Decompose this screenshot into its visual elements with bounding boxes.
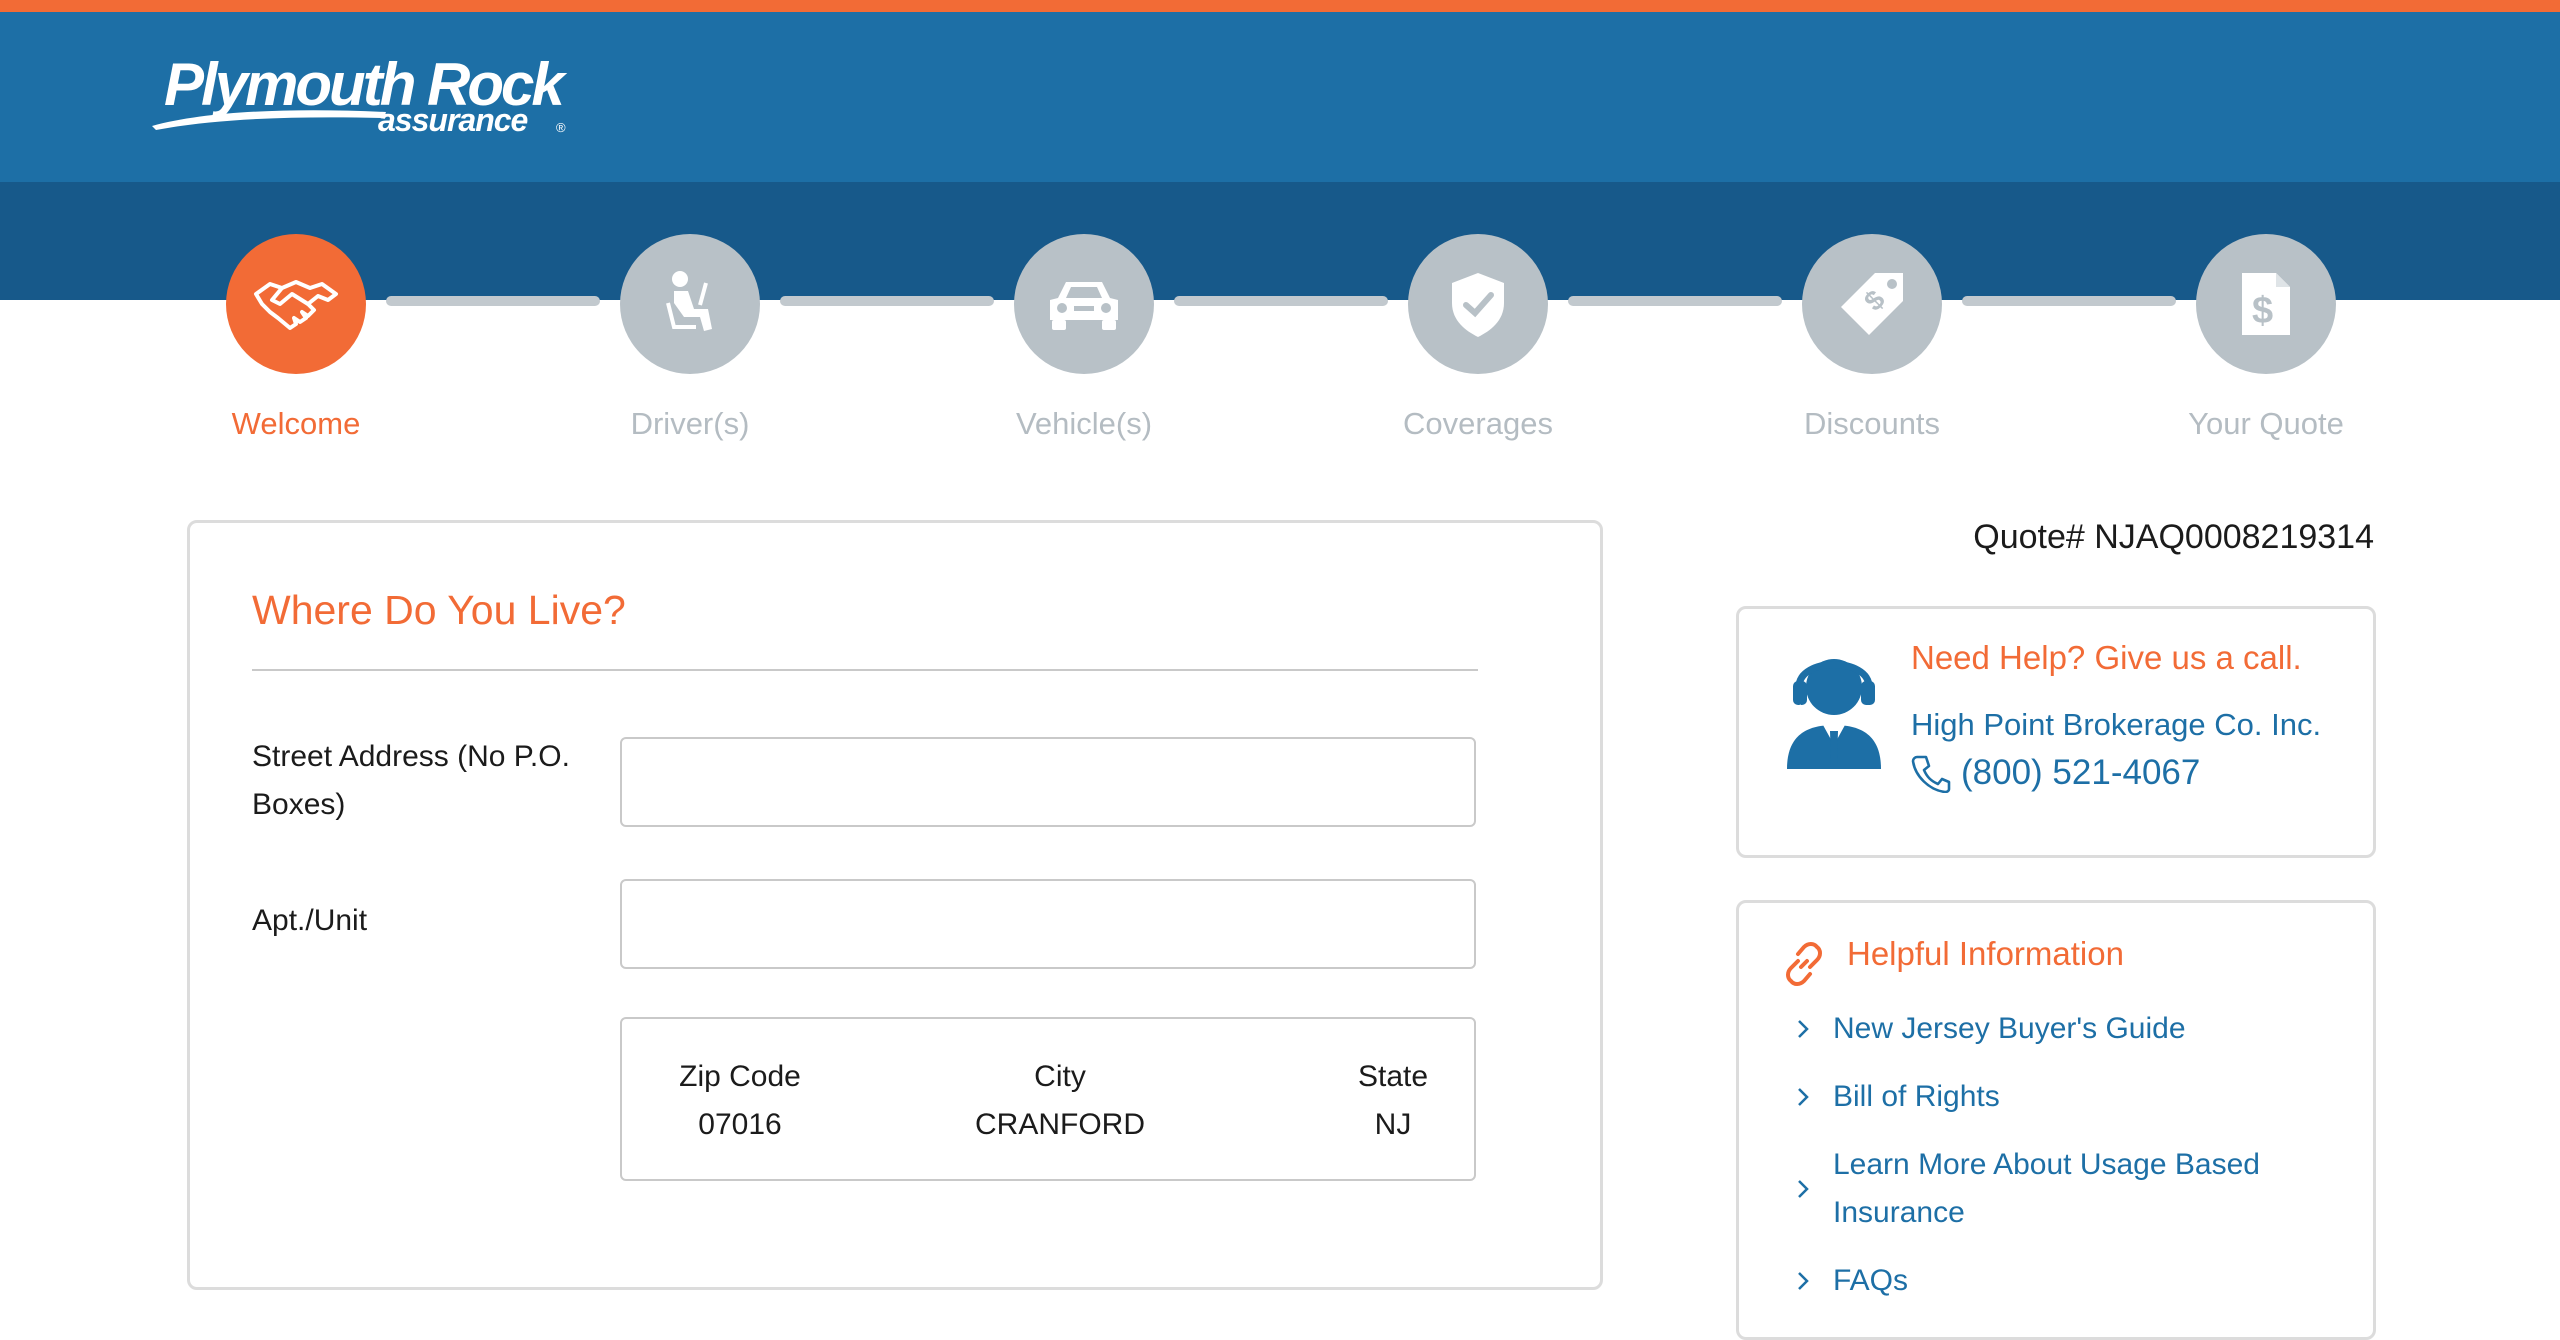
phone-row[interactable]: (800) 521-4067 [1911, 753, 2200, 793]
apt-unit-label: Apt./Unit [252, 904, 368, 937]
phone-icon [1911, 755, 1951, 793]
handshake-icon [254, 280, 338, 330]
link-faqs[interactable]: FAQs [1795, 1257, 1908, 1305]
price-tag-icon: $ [1841, 273, 1903, 335]
help-title: Need Help? Give us a call. [1911, 639, 2302, 676]
link-usage-based-insurance[interactable]: Learn More About Usage Based Insurance [1795, 1141, 2315, 1237]
step-label: Your Quote [2188, 406, 2344, 441]
step-connector [780, 296, 994, 306]
street-address-input[interactable] [620, 737, 1476, 827]
zip-code-column: Zip Code 07016 [670, 1053, 810, 1149]
address-form-card: Where Do You Live? Street Address (No P.… [187, 520, 1603, 1290]
step-circle: $ [2196, 234, 2336, 374]
step-label: Driver(s) [630, 406, 750, 441]
logo-registered-mark: ® [556, 120, 566, 135]
helpful-information-title: Helpful Information [1847, 935, 2124, 972]
location-summary: Zip Code 07016 City CRANFORD State NJ [620, 1017, 1476, 1181]
car-icon [1050, 282, 1118, 330]
step-connector [386, 296, 600, 306]
dollar-document-icon: $ [2242, 273, 2290, 335]
link-label: New Jersey Buyer's Guide [1833, 1012, 2186, 1045]
chevron-right-icon [1795, 1269, 1821, 1293]
svg-text:$: $ [2252, 290, 2273, 332]
agent-headset-icon [1787, 659, 1881, 769]
step-circle [226, 234, 366, 374]
helpful-information-card: Helpful Information New Jersey Buyer's G… [1736, 900, 2376, 1340]
step-circle [1014, 234, 1154, 374]
city-label: City [1034, 1060, 1086, 1093]
step-circle: $ [1802, 234, 1942, 374]
chevron-right-icon [1795, 1177, 1821, 1201]
link-bill-of-rights[interactable]: Bill of Rights [1795, 1073, 2000, 1121]
seated-driver-icon [666, 271, 712, 331]
state-column: State NJ [1348, 1053, 1438, 1149]
chevron-right-icon [1795, 1017, 1821, 1041]
agency-name: High Point Brokerage Co. Inc. [1911, 707, 2322, 742]
zip-code-value: 07016 [698, 1108, 782, 1141]
state-value: NJ [1374, 1108, 1412, 1141]
chevron-right-icon [1795, 1085, 1821, 1109]
quote-number: Quote# NJAQ0008219314 [1973, 518, 2374, 556]
title-divider [252, 669, 1478, 671]
step-label: Welcome [231, 406, 361, 441]
logo-subtitle: assurance [378, 102, 528, 138]
phone-number-link[interactable]: (800) 521-4067 [1961, 753, 2200, 793]
step-label: Coverages [1403, 406, 1553, 441]
apt-unit-input[interactable] [620, 879, 1476, 969]
progress-band [0, 182, 2560, 300]
step-circle [1408, 234, 1548, 374]
city-value: CRANFORD [975, 1108, 1145, 1141]
shield-check-icon [1452, 273, 1504, 337]
step-label: Vehicle(s) [1015, 406, 1153, 441]
city-column: City CRANFORD [960, 1053, 1160, 1149]
street-address-label: Street Address (No P.O. Boxes) [252, 740, 570, 821]
plymouth-rock-logo[interactable]: Plymouth Rock assurance ® [150, 48, 570, 148]
step-connector [1568, 296, 1782, 306]
zip-code-label: Zip Code [679, 1060, 801, 1093]
link-icon [1786, 942, 1822, 986]
logo-swoosh-icon [152, 110, 386, 130]
form-title: Where Do You Live? [252, 587, 626, 633]
step-connector [1962, 296, 2176, 306]
link-buyers-guide[interactable]: New Jersey Buyer's Guide [1795, 1005, 2186, 1053]
help-card: Need Help? Give us a call. High Point Br… [1736, 606, 2376, 858]
link-label: Bill of Rights [1833, 1080, 2000, 1113]
top-accent-stripe [0, 0, 2560, 12]
step-connector [1174, 296, 1388, 306]
step-circle [620, 234, 760, 374]
step-label: Discounts [1803, 406, 1941, 441]
state-label: State [1357, 1060, 1429, 1093]
link-label: Learn More About Usage Based Insurance [1833, 1148, 2260, 1229]
link-label: FAQs [1833, 1264, 1909, 1297]
